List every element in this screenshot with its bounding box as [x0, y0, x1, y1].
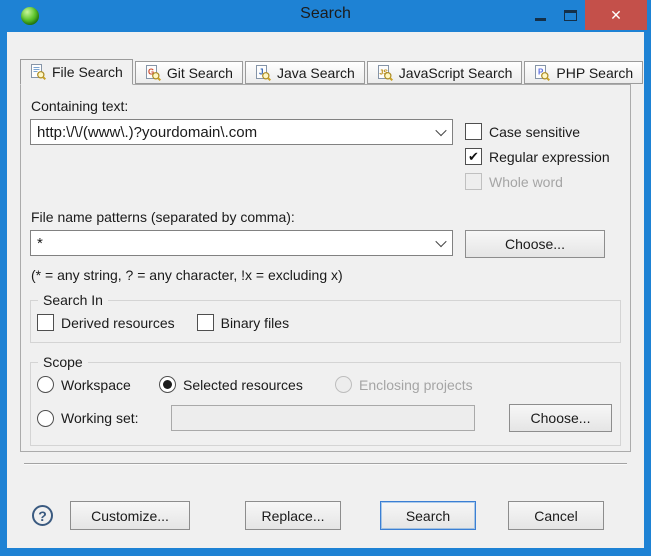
tab-git-search[interactable]: G Git Search	[134, 61, 243, 84]
dialog-body: File Search G Git Search J Java Search J…	[7, 32, 644, 548]
working-set-input[interactable]	[170, 405, 475, 431]
patterns-hint: (* = any string, ? = any character, !x =…	[31, 267, 343, 283]
containing-text-label: Containing text:	[31, 98, 129, 114]
checkbox-label: Binary files	[220, 314, 290, 331]
checkbox-checked-icon[interactable]	[465, 148, 482, 165]
javascript-search-icon: JS	[377, 64, 393, 81]
tab-label: Java Search	[276, 64, 355, 81]
checkbox-icon[interactable]	[465, 123, 482, 140]
whole-word-checkbox: Whole word	[465, 169, 621, 194]
checkbox-icon[interactable]	[37, 314, 54, 331]
radio-label: Workspace	[61, 376, 131, 393]
binary-files-checkbox[interactable]: Binary files	[196, 314, 290, 331]
tab-bar: File Search G Git Search J Java Search J…	[20, 58, 644, 85]
minimize-button[interactable]	[525, 0, 555, 30]
tab-php-search[interactable]: P PHP Search	[524, 61, 644, 84]
tab-label: PHP Search	[556, 64, 634, 81]
title-bar[interactable]: Search ✕	[0, 0, 651, 32]
tab-java-search[interactable]: J Java Search	[244, 61, 365, 84]
maximize-icon	[563, 9, 577, 21]
radio-icon[interactable]	[37, 376, 54, 393]
file-patterns-label: File name patterns (separated by comma):	[31, 209, 295, 225]
help-button[interactable]: ?	[32, 505, 53, 526]
file-patterns-input[interactable]	[31, 234, 430, 252]
maximize-button[interactable]	[555, 0, 585, 30]
choose-patterns-button[interactable]: Choose...	[465, 230, 605, 258]
regular-expression-checkbox[interactable]: Regular expression	[465, 144, 621, 169]
php-search-icon: P	[535, 64, 551, 81]
workspace-radio[interactable]: Workspace	[37, 376, 159, 393]
file-patterns-combo[interactable]	[30, 230, 453, 256]
containing-text-combo[interactable]	[30, 119, 453, 145]
checkbox-label: Regular expression	[489, 148, 610, 165]
java-search-icon: J	[255, 64, 271, 81]
radio-label: Selected resources	[183, 376, 303, 393]
working-set-radio[interactable]: Working set:	[37, 409, 139, 427]
tab-label: JavaScript Search	[398, 64, 513, 81]
radio-icon[interactable]	[37, 409, 54, 427]
tab-label: Git Search	[166, 64, 233, 81]
tab-file-search[interactable]: File Search	[20, 59, 133, 85]
radio-selected-icon[interactable]	[159, 376, 176, 393]
scope-group: Scope Workspace Selected resources Enclo…	[30, 354, 621, 446]
tab-label: File Search	[52, 64, 123, 80]
close-button[interactable]: ✕	[585, 0, 647, 30]
search-options: Case sensitive Regular expression Whole …	[465, 96, 621, 194]
checkbox-icon[interactable]	[196, 314, 214, 331]
search-in-legend: Search In	[38, 292, 108, 308]
minimize-icon	[534, 17, 546, 21]
footer-button-bar: ? Customize... Replace... Search Cancel	[7, 501, 644, 530]
search-in-group: Search In Derived resources Binary files	[30, 292, 621, 343]
case-sensitive-checkbox[interactable]: Case sensitive	[465, 119, 621, 144]
choose-working-set-button[interactable]: Choose...	[509, 404, 612, 432]
selected-resources-radio[interactable]: Selected resources	[159, 376, 335, 393]
checkbox-label: Case sensitive	[489, 123, 581, 140]
help-icon: ?	[38, 507, 47, 524]
file-search-icon	[31, 64, 46, 80]
tab-folder: File Search G Git Search J Java Search J…	[20, 58, 644, 452]
enclosing-projects-radio: Enclosing projects	[335, 376, 473, 393]
radio-label: Enclosing projects	[359, 376, 473, 393]
checkbox-disabled-icon	[465, 173, 482, 190]
chevron-down-icon[interactable]	[430, 231, 452, 255]
radio-label: Working set:	[61, 410, 139, 426]
search-button[interactable]: Search	[380, 501, 476, 530]
cancel-button[interactable]: Cancel	[508, 501, 604, 530]
file-search-panel: Containing text: Case sensitive	[20, 84, 631, 452]
scope-legend: Scope	[38, 354, 88, 370]
derived-resources-checkbox[interactable]: Derived resources	[37, 314, 175, 331]
search-dialog-window: Search ✕ File Search G Git Search J Java…	[0, 0, 651, 556]
git-search-icon: G	[145, 64, 161, 81]
footer-separator	[24, 463, 627, 464]
window-controls: ✕	[525, 0, 647, 30]
checkbox-label: Whole word	[489, 173, 563, 190]
radio-disabled-icon	[335, 376, 352, 393]
chevron-down-icon[interactable]	[430, 120, 452, 144]
containing-text-input[interactable]	[31, 123, 430, 141]
tab-javascript-search[interactable]: JS JavaScript Search	[366, 61, 523, 84]
replace-button[interactable]: Replace...	[245, 501, 341, 530]
customize-button[interactable]: Customize...	[70, 501, 190, 530]
close-icon: ✕	[610, 6, 622, 23]
checkbox-label: Derived resources	[61, 314, 175, 331]
